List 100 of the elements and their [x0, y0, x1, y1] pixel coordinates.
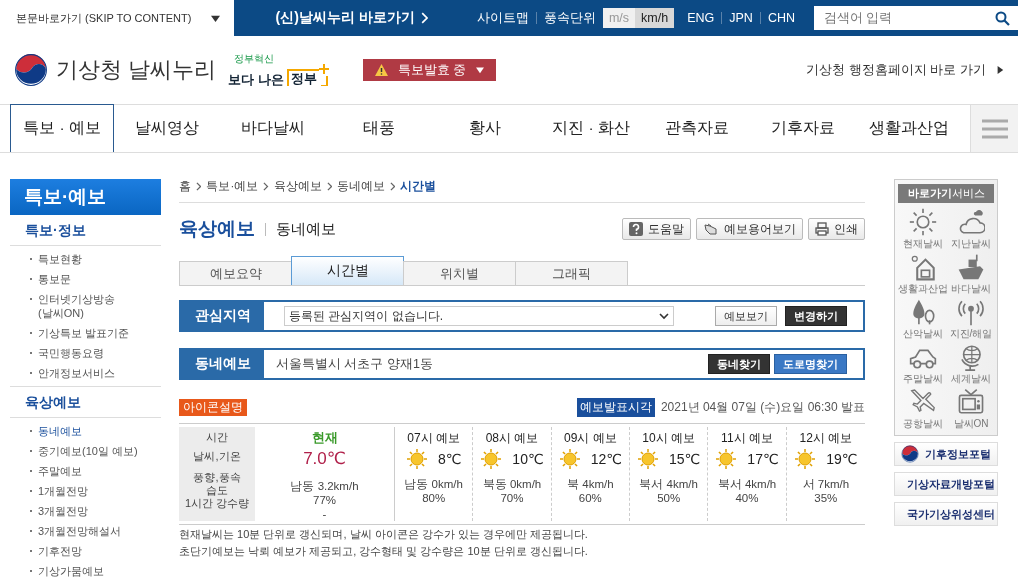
- sidebar-title: 특보·예보: [10, 179, 161, 215]
- issued-time: 2021년 04월 07일 (수)요일 06:30 발표: [660, 399, 865, 416]
- panel-button[interactable]: 예보보기: [715, 306, 777, 326]
- panel-button[interactable]: 변경하기: [785, 306, 847, 326]
- service-link[interactable]: 주말날씨: [903, 372, 943, 386]
- row-label: 습도: [206, 484, 228, 497]
- portal-link[interactable]: 국가기상위성센터: [894, 502, 998, 526]
- note-text: 초단기예보는 낙뢰 예보가 제공되고, 강수형태 및 강수량은 10분 단위로 갱신됩니다.: [179, 544, 589, 559]
- language-link[interactable]: JPN: [722, 11, 760, 25]
- tool-button[interactable]: 인쇄: [808, 218, 865, 240]
- sidebar-item[interactable]: 특보현황: [10, 249, 161, 269]
- wind-text: 남동 0km/h: [404, 477, 463, 491]
- sidebar-item[interactable]: 동네예보: [10, 421, 161, 441]
- service-link[interactable]: 바다날씨: [951, 282, 991, 296]
- rain-text: -: [322, 507, 327, 521]
- humidity-text: 60%: [578, 491, 602, 505]
- humidity-text: 77%: [313, 493, 336, 507]
- wind-text: 북동 0km/h: [482, 477, 542, 491]
- row-label: 시간: [206, 431, 228, 444]
- service-link[interactable]: 생활과산업: [898, 282, 948, 296]
- skip-to-content-link[interactable]: 본문바로가기 (SKIP TO CONTENT): [0, 0, 234, 36]
- row-label: 풍향,풍속: [193, 471, 241, 484]
- column-heading: 07시 예보: [407, 431, 460, 445]
- sidebar-section-title[interactable]: 특보·정보: [10, 215, 161, 246]
- nav-tab[interactable]: 생활과산업: [856, 105, 962, 152]
- alert-button[interactable]: 특보발효 중: [362, 59, 497, 81]
- sidebar-item[interactable]: 국민행동요령: [10, 343, 161, 363]
- view-tab[interactable]: 위치별: [403, 261, 516, 285]
- nav-tab[interactable]: 기후자료: [750, 105, 856, 152]
- view-tab[interactable]: 예보요약: [179, 261, 292, 285]
- nav-tab[interactable]: 태풍: [326, 105, 432, 152]
- admin-site-link[interactable]: 기상청 행정홈페이지 바로 가기: [806, 61, 1004, 79]
- temperature: 10℃: [512, 452, 544, 466]
- nav-tab[interactable]: 바다날씨: [220, 105, 326, 152]
- sidebar-section-title[interactable]: 육상예보: [10, 387, 161, 418]
- new-site-link[interactable]: (신)날씨누리 바로가기: [275, 9, 428, 27]
- panel-button[interactable]: 동네찾기: [708, 354, 770, 374]
- column-heading: 09시 예보: [564, 431, 617, 445]
- breadcrumb-link[interactable]: 시간별: [400, 179, 437, 194]
- interest-area-select[interactable]: 등록된 관심지역이 없습니다.: [284, 306, 674, 326]
- panel-button[interactable]: 도로명찾기: [774, 354, 847, 374]
- temperature: 12℃: [590, 452, 622, 466]
- humidity-text: 80%: [422, 491, 446, 505]
- sidebar-item[interactable]: 1개월전망: [10, 481, 161, 501]
- location-text: 서울특별시 서초구 양재1동: [276, 355, 433, 373]
- view-tab[interactable]: 시간별: [291, 256, 404, 285]
- view-tab[interactable]: 그래픽: [515, 261, 628, 285]
- page-title: 육상예보: [179, 217, 255, 241]
- tool-button[interactable]: 예보용어보기: [696, 218, 803, 240]
- gov-badge-text: 정부: [286, 69, 319, 86]
- column-heading: 현재: [311, 431, 338, 445]
- temperature: 17℃: [747, 452, 779, 466]
- portal-link[interactable]: 기후정보포털: [894, 442, 998, 466]
- wind-unit-label: 풍속단위: [542, 9, 597, 27]
- service-link[interactable]: 세계날씨: [951, 372, 991, 386]
- service-link[interactable]: 공항날씨: [903, 417, 943, 431]
- sidebar-item[interactable]: 기상특보 발표기준: [10, 323, 161, 343]
- sidebar-item[interactable]: 기후전망: [10, 541, 161, 561]
- humidity-text: 40%: [735, 491, 759, 505]
- breadcrumb-link[interactable]: 동네예보: [337, 179, 385, 194]
- sidebar-item[interactable]: 기상가뭄예보: [10, 561, 161, 581]
- unit-toggle[interactable]: km/h: [635, 8, 675, 28]
- breadcrumb-link[interactable]: 홈: [179, 179, 191, 194]
- service-link[interactable]: 날씨ON: [953, 417, 989, 431]
- service-link[interactable]: 지진/해일: [949, 327, 993, 341]
- nav-tab[interactable]: 특보 · 예보: [10, 104, 114, 152]
- portal-link[interactable]: 기상자료개방포털: [894, 472, 998, 496]
- wind-text: 북서 4km/h: [639, 477, 698, 491]
- tool-button[interactable]: 도움말: [622, 218, 691, 240]
- row-label: 날씨,기온: [193, 450, 241, 463]
- panel-title: 바로가기서비스: [898, 184, 994, 203]
- service-link[interactable]: 현재날씨: [903, 237, 943, 251]
- icon-legend-button[interactable]: 아이콘설명: [179, 399, 247, 416]
- language-link[interactable]: ENG: [680, 11, 722, 25]
- humidity-text: 70%: [500, 491, 524, 505]
- service-link[interactable]: 지난날씨: [951, 237, 991, 251]
- gov-badge-caption: 정부혁신: [234, 54, 276, 64]
- language-link[interactable]: CHN: [760, 11, 802, 25]
- sidebar-item[interactable]: 통보문: [10, 269, 161, 289]
- breadcrumb-link[interactable]: 특보·예보: [206, 179, 259, 194]
- row-label: 1시간 강수량: [184, 497, 250, 510]
- service-link[interactable]: 산악날씨: [903, 327, 943, 341]
- sitemap-link[interactable]: 사이트맵: [469, 9, 536, 27]
- column-heading: 10시 예보: [642, 431, 695, 445]
- wind-text: 남동 3.2km/h: [290, 479, 359, 493]
- nav-tab[interactable]: 날씨영상: [114, 105, 220, 152]
- nav-tab[interactable]: 황사: [432, 105, 538, 152]
- sidebar-item[interactable]: 3개월전망해설서: [10, 521, 161, 541]
- sidebar-item[interactable]: 3개월전망: [10, 501, 161, 521]
- sidebar-item[interactable]: 중기예보(10일 예보): [10, 441, 161, 461]
- nav-tab[interactable]: 지진 · 화산: [538, 105, 644, 152]
- sidebar-item[interactable]: 인터넷기상방송 (날씨ON): [10, 289, 161, 323]
- nav-tab[interactable]: 관측자료: [644, 105, 750, 152]
- humidity-text: 50%: [657, 491, 681, 505]
- breadcrumb-link[interactable]: 육상예보: [273, 179, 322, 194]
- site-logo-text[interactable]: 기상청 날씨누리: [56, 55, 217, 85]
- sidebar-item[interactable]: 주말예보: [10, 461, 161, 481]
- gov-badge-text: 보다 나은: [228, 73, 284, 86]
- note-text: 현재날씨는 10분 단위로 갱신되며, 날씨 아이콘은 강수가 있는 경우에만 제공됩니다.: [179, 527, 589, 542]
- sidebar-item[interactable]: 안개정보서비스: [10, 363, 161, 383]
